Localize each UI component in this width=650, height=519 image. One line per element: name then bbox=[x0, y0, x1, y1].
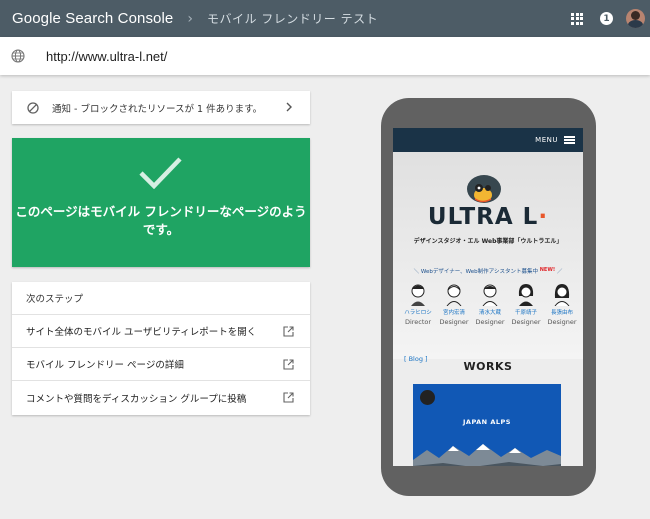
staff-portrait-icon bbox=[554, 284, 570, 306]
step-usability-report-link[interactable]: サイト全体のモバイル ユーザビリティレポートを開く bbox=[12, 315, 310, 348]
works-thumbnail[interactable]: JAPAN ALPS bbox=[413, 384, 561, 466]
staff-portrait-icon bbox=[518, 284, 534, 306]
staff-member: 清水大蔵 Designer bbox=[472, 282, 508, 326]
open-in-new-icon bbox=[283, 326, 294, 337]
staff-role: Designer bbox=[547, 318, 577, 326]
staff-member: 千原靖子 Designer bbox=[508, 282, 544, 326]
avatar[interactable] bbox=[626, 9, 645, 28]
works-heading: WORKS bbox=[463, 360, 513, 373]
staff-name: ハラヒロシ bbox=[404, 310, 432, 316]
globe-icon bbox=[11, 49, 25, 63]
result-line-1: このページはモバイル フレンドリーなページのよう bbox=[15, 204, 307, 219]
staff-role: Designer bbox=[475, 318, 505, 326]
staff-member: 長張由布 Designer bbox=[544, 282, 580, 326]
staff-portrait-icon bbox=[446, 284, 462, 306]
page-preview-screen[interactable]: MENU ULTRA L· デザインスタジオ・エル Web事業部「ウルトラエル」… bbox=[393, 128, 583, 466]
staff-role: Designer bbox=[439, 318, 469, 326]
preview-hero: ULTRA L· デザインスタジオ・エル Web事業部「ウルトラエル」 ＼ We… bbox=[393, 152, 583, 363]
staff-role: Designer bbox=[511, 318, 541, 326]
staff-role: Director bbox=[404, 318, 432, 326]
thumbnail-logo-icon bbox=[420, 390, 435, 405]
staff-portrait-icon bbox=[411, 284, 425, 306]
blocked-resources-notice[interactable]: 通知 - ブロックされたリソースが 1 件あります。 bbox=[12, 91, 310, 124]
hamburger-menu-icon bbox=[564, 136, 575, 144]
header-actions: 1 bbox=[571, 0, 650, 37]
app-brand[interactable]: Google Search Console bbox=[12, 10, 173, 27]
step-mobile-friendly-details-link[interactable]: モバイル フレンドリー ページの詳細 bbox=[12, 348, 310, 381]
app-header: Google Search Console › モバイル フレンドリー テスト … bbox=[0, 0, 650, 37]
chevron-right-icon bbox=[286, 102, 292, 112]
thumbnail-title: JAPAN ALPS bbox=[463, 418, 511, 426]
step-discussion-group-link[interactable]: コメントや質問をディスカッション グループに投稿 bbox=[12, 381, 310, 414]
site-logo: ULTRA L· bbox=[427, 204, 549, 230]
block-icon bbox=[27, 101, 39, 114]
staff-name: 千原靖子 bbox=[514, 310, 537, 316]
open-in-new-icon bbox=[283, 359, 294, 370]
notice-text: 通知 - ブロックされたリソースが 1 件あります。 bbox=[52, 103, 263, 115]
staff-member: ハラヒロシ Director bbox=[400, 282, 436, 326]
step-label: モバイル フレンドリー ページの詳細 bbox=[26, 360, 184, 371]
recruit-banner: ＼ Webデザイナー、Web制作アシスタント募集中 NEW! ／ bbox=[413, 267, 563, 275]
step-label: コメントや質問をディスカッション グループに投稿 bbox=[26, 393, 247, 405]
result-line-2: です。 bbox=[142, 222, 180, 237]
checkmark-icon bbox=[139, 157, 182, 189]
staff-portrait-icon bbox=[482, 284, 498, 306]
open-in-new-icon bbox=[283, 392, 294, 403]
preview-nav-bar: MENU bbox=[393, 128, 583, 152]
next-steps-heading: 次のステップ bbox=[12, 282, 310, 315]
staff-member: 宮内宏清 Designer bbox=[436, 282, 472, 326]
next-steps-card: 次のステップ サイト全体のモバイル ユーザビリティレポートを開く モバイル フレ… bbox=[12, 282, 310, 415]
apps-grid-icon[interactable] bbox=[571, 12, 583, 25]
staff-name: 長張由布 bbox=[550, 310, 573, 316]
preview-menu-label: MENU bbox=[535, 136, 558, 144]
breadcrumb-separator: › bbox=[187, 10, 193, 27]
staff-list: ハラヒロシ Director 宮内宏清 Designer 清水大蔵 Design… bbox=[400, 282, 580, 326]
tested-url[interactable]: http://www.ultra-l.net/ bbox=[46, 49, 167, 64]
notification-badge[interactable]: 1 bbox=[600, 12, 613, 25]
staff-name: 宮内宏清 bbox=[442, 310, 465, 316]
mobile-friendly-result: このページはモバイル フレンドリーなページのよう です。 bbox=[12, 138, 310, 267]
mountains-icon bbox=[413, 444, 561, 466]
staff-name: 清水大蔵 bbox=[478, 310, 501, 316]
result-message: このページはモバイル フレンドリーなページのよう です。 bbox=[12, 203, 310, 239]
site-tagline: デザインスタジオ・エル Web事業部「ウルトラエル」 bbox=[413, 238, 563, 245]
tool-title: モバイル フレンドリー テスト bbox=[206, 12, 379, 26]
url-bar: http://www.ultra-l.net/ bbox=[0, 37, 650, 75]
step-label: サイト全体のモバイル ユーザビリティレポートを開く bbox=[26, 327, 257, 338]
